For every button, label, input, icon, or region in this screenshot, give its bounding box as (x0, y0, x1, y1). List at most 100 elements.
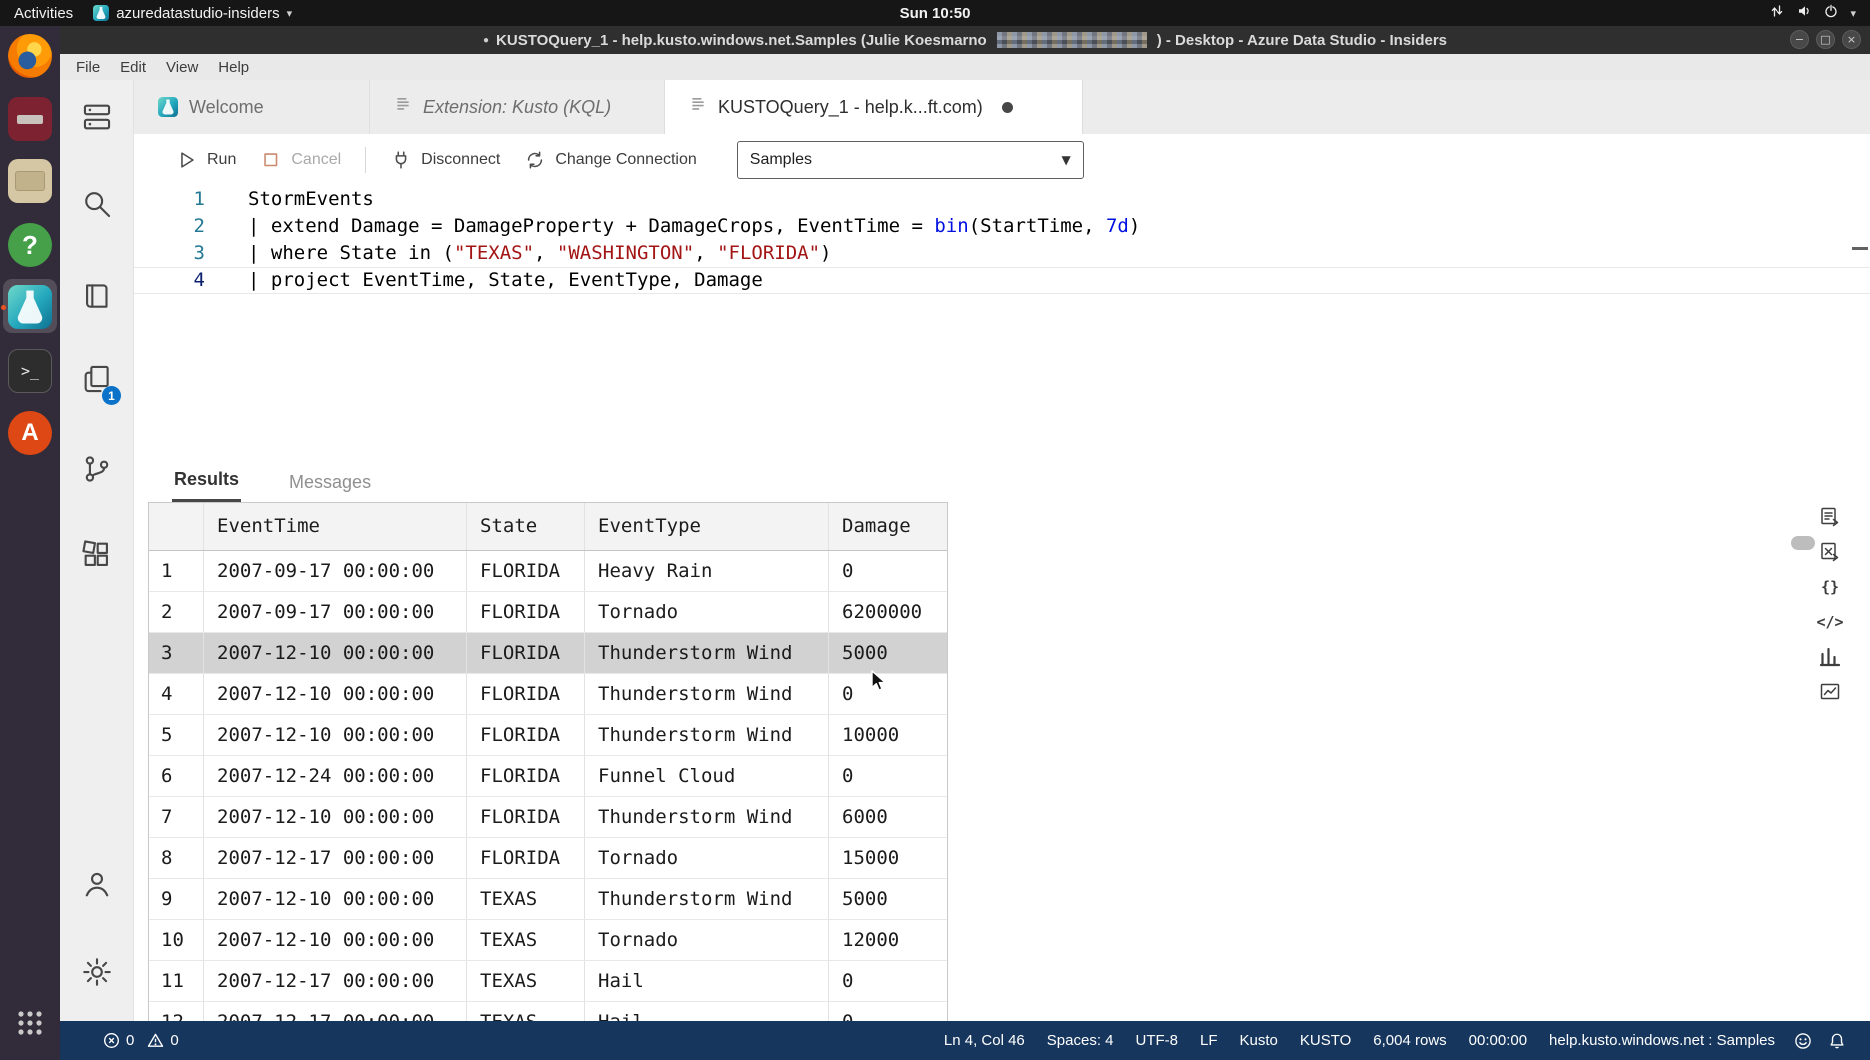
dirty-indicator[interactable] (1001, 101, 1013, 113)
file-icon (394, 96, 412, 119)
tab-results[interactable]: Results (172, 459, 242, 502)
notebooks-icon[interactable] (74, 273, 120, 319)
save-as-xml-button[interactable]: </> (1816, 609, 1843, 635)
cursor-position[interactable]: Ln 4, Col 46 (933, 1032, 1036, 1049)
results-scrollbar-thumb[interactable] (1791, 536, 1815, 550)
table-row[interactable]: 9 2007-12-10 00:00:00 TEXAS Thunderstorm… (149, 879, 947, 920)
tab-label: KUSTOQuery_1 - help.k...ft.com) (718, 96, 983, 117)
table-row[interactable]: 1 2007-09-17 00:00:00 FLORIDA Heavy Rain… (149, 551, 947, 592)
table-row[interactable]: 8 2007-12-17 00:00:00 FLORIDA Tornado 15… (149, 838, 947, 879)
activities-button[interactable]: Activities (14, 5, 73, 22)
feedback-icon[interactable] (1786, 1032, 1820, 1050)
column-header[interactable]: State (467, 503, 585, 550)
tab-kustoquery[interactable]: KUSTOQuery_1 - help.k...ft.com) (665, 80, 1083, 134)
show-applications-icon[interactable] (8, 1001, 52, 1045)
tab-messages[interactable]: Messages (287, 462, 373, 502)
column-header[interactable]: EventTime (204, 503, 467, 550)
extensions-icon[interactable] (74, 532, 120, 578)
table-row[interactable]: 5 2007-12-10 00:00:00 FLORIDA Thundersto… (149, 715, 947, 756)
window-titlebar[interactable]: ● KUSTOQuery_1 - help.kusto.windows.net.… (60, 26, 1870, 54)
code-text[interactable]: | where State in ("TEXAS", "WASHINGTON",… (248, 240, 832, 267)
editor-line: 2 | extend Damage = DamageProperty + Dam… (134, 213, 1870, 240)
tab-welcome[interactable]: Welcome (134, 80, 370, 134)
table-row[interactable]: 2 2007-09-17 00:00:00 FLORIDA Tornado 62… (149, 592, 947, 633)
menu-file[interactable]: File (66, 57, 110, 78)
explorer-icon[interactable]: 1 (74, 356, 121, 405)
dock: ? >_ A (0, 26, 60, 1060)
line-number: 2 (193, 215, 205, 237)
column-header[interactable]: EventType (585, 503, 829, 550)
power-icon (1823, 3, 1839, 23)
table-row[interactable]: 7 2007-12-10 00:00:00 FLORIDA Thundersto… (149, 797, 947, 838)
connection-status[interactable]: help.kusto.windows.net : Samples (1538, 1032, 1786, 1049)
eol-sequence[interactable]: LF (1189, 1032, 1229, 1049)
maximize-button[interactable]: □ (1816, 30, 1835, 49)
code-text[interactable]: | project EventTime, State, EventType, D… (248, 267, 763, 294)
menu-edit[interactable]: Edit (110, 57, 156, 78)
query-editor[interactable]: 1 StormEvents 2 | extend Damage = Damage… (134, 186, 1870, 450)
tab-label: Extension: Kusto (KQL) (423, 96, 612, 117)
dirty-indicator: ● (482, 34, 490, 46)
chevron-down-icon: ▾ (286, 6, 293, 20)
package-app-icon[interactable] (8, 97, 52, 141)
ads-window: ● KUSTOQuery_1 - help.kusto.windows.net.… (60, 26, 1870, 1060)
search-icon[interactable] (74, 181, 120, 227)
editor-line: 1 StormEvents (134, 186, 1870, 213)
accounts-icon[interactable] (74, 861, 120, 907)
warning-count: 0 (170, 1032, 179, 1049)
connections-icon[interactable] (74, 94, 120, 140)
menu-help[interactable]: Help (208, 57, 259, 78)
notifications-bell-icon[interactable] (1820, 1032, 1854, 1050)
settings-gear-icon[interactable] (74, 949, 120, 995)
save-as-json-button[interactable]: {} (1817, 574, 1843, 600)
system-tray[interactable]: ▾ (1769, 3, 1856, 23)
query-time[interactable]: 00:00:00 (1458, 1032, 1538, 1049)
run-button[interactable]: Run (176, 149, 236, 171)
table-row[interactable]: 11 2007-12-17 00:00:00 TEXAS Hail 0 (149, 961, 947, 1002)
firefox-icon[interactable] (8, 34, 52, 78)
encoding[interactable]: UTF-8 (1125, 1032, 1190, 1049)
table-row[interactable]: 4 2007-12-10 00:00:00 FLORIDA Thundersto… (149, 674, 947, 715)
desktop: Activities azuredatastudio-insiders ▾ Su… (0, 0, 1870, 1060)
warning-icon (148, 1033, 164, 1047)
row-count[interactable]: 6,004 rows (1362, 1032, 1457, 1049)
status-bar: 0 0 Ln 4, Col 46 Spaces: 4 UTF-8 LF Kust… (60, 1021, 1870, 1060)
tab-extension-kusto[interactable]: Extension: Kusto (KQL) (370, 80, 665, 134)
close-button[interactable]: × (1842, 30, 1861, 49)
save-as-csv-button[interactable] (1817, 504, 1843, 530)
terminal-icon[interactable]: >_ (8, 349, 52, 393)
code-text[interactable]: StormEvents (248, 186, 374, 213)
refresh-icon (528, 151, 543, 169)
save-as-excel-button[interactable] (1817, 539, 1843, 565)
app-menu-button[interactable]: azuredatastudio-insiders ▾ (93, 5, 292, 22)
language-mode[interactable]: Kusto (1229, 1032, 1289, 1049)
show-chart-button[interactable] (1817, 644, 1843, 670)
problems-indicator[interactable]: 0 0 (103, 1032, 179, 1049)
files-app-icon[interactable] (8, 159, 52, 203)
table-row[interactable]: 6 2007-12-24 00:00:00 FLORIDA Funnel Clo… (149, 756, 947, 797)
visualize-button[interactable] (1817, 679, 1843, 705)
indentation[interactable]: Spaces: 4 (1036, 1032, 1125, 1049)
help-viewer-icon[interactable]: ? (8, 223, 52, 267)
column-header[interactable]: Damage (829, 503, 947, 550)
change-connection-button[interactable]: Change Connection (524, 149, 697, 171)
editor-tab-strip: Welcome Extension: Kusto (KQL) KUSTOQuer… (134, 80, 1870, 134)
error-icon (104, 1033, 119, 1048)
table-row[interactable]: 12 2007-12-17 00:00:00 TEXAS Hail 0 (149, 1002, 947, 1021)
code-text[interactable]: | extend Damage = DamageProperty + Damag… (248, 213, 1140, 240)
clock[interactable]: Sun 10:50 (900, 5, 971, 22)
results-panel-header: Results Messages (134, 450, 1870, 502)
table-row[interactable]: 3 2007-12-10 00:00:00 FLORIDA Thundersto… (149, 633, 947, 674)
menu-view[interactable]: View (156, 57, 208, 78)
disconnect-button[interactable]: Disconnect (390, 149, 500, 171)
database-dropdown[interactable]: Samples ▼ (736, 141, 1084, 179)
volume-icon (1796, 3, 1812, 23)
table-row[interactable]: 10 2007-12-10 00:00:00 TEXAS Tornado 120… (149, 920, 947, 961)
azure-data-studio-icon[interactable] (8, 285, 52, 329)
minimize-button[interactable]: − (1790, 30, 1809, 49)
provider[interactable]: KUSTO (1289, 1032, 1362, 1049)
app-a-icon[interactable]: A (8, 411, 52, 455)
menu-bar: File Edit View Help (60, 54, 1870, 80)
cancel-button[interactable]: Cancel (260, 149, 341, 171)
source-control-icon[interactable] (74, 446, 120, 492)
